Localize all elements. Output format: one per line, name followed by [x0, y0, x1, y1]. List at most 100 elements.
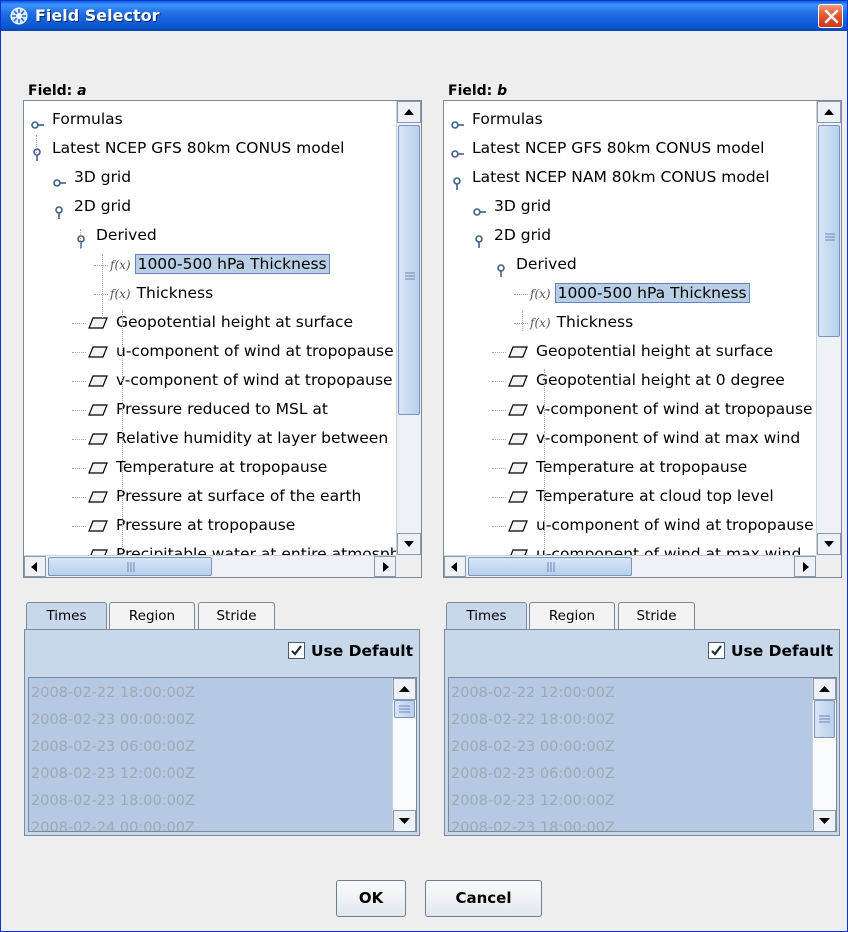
tree-expanded-icon[interactable] — [472, 229, 486, 248]
arrow-up-icon — [824, 109, 834, 115]
title-bar[interactable]: Field Selector — [1, 1, 847, 31]
tree-connector — [72, 410, 86, 411]
tree-node-label: Latest NCEP GFS 80km CONUS model — [472, 139, 765, 157]
scroll-up-button[interactable] — [393, 678, 416, 700]
scroll-thumb[interactable] — [394, 700, 415, 718]
tree-horizontal-scrollbar[interactable] — [444, 555, 816, 577]
tree-connector — [492, 410, 506, 411]
scroll-thumb[interactable] — [468, 557, 632, 576]
times-list[interactable]: 2008-02-22 12:00:00Z 2008-02-22 18:00:00Z… — [448, 677, 837, 832]
time-list-item[interactable]: 2008-02-23 12:00:00Z — [31, 761, 195, 788]
tab-region[interactable]: Region — [529, 602, 615, 629]
cancel-button[interactable]: Cancel — [425, 880, 542, 917]
use-default-label: Use Default — [730, 642, 833, 660]
field-label: Field: a — [28, 83, 87, 99]
tree-collapsed-icon[interactable] — [450, 142, 464, 158]
scroll-down-button[interactable] — [817, 533, 841, 555]
tree-node-label: Thickness — [136, 284, 214, 302]
field-variable-name: a — [77, 83, 87, 99]
mcidas-v-app-icon — [10, 7, 28, 25]
scroll-right-button[interactable] — [374, 556, 396, 577]
tree-node-label: Temperature at tropopause — [536, 458, 748, 476]
time-list-item[interactable]: 2008-02-23 00:00:00Z — [31, 707, 195, 734]
times-vertical-scrollbar[interactable] — [392, 678, 416, 831]
time-list-item[interactable]: 2008-02-23 12:00:00Z — [451, 788, 615, 815]
tree-collapsed-icon[interactable] — [450, 113, 464, 129]
tab-stride[interactable]: Stride — [198, 602, 275, 629]
times-list[interactable]: 2008-02-22 18:00:00Z 2008-02-23 00:00:00Z… — [28, 677, 417, 832]
scroll-down-button[interactable] — [397, 533, 421, 555]
use-default-checkbox[interactable]: Use Default — [287, 642, 413, 660]
tab-stride[interactable]: Stride — [618, 602, 695, 629]
tree-collapsed-icon[interactable] — [30, 113, 44, 129]
tree-expanded-icon[interactable] — [494, 258, 508, 277]
tree-node-label: Geopotential height at 0 degree — [536, 371, 785, 389]
grid-field-icon — [508, 461, 528, 474]
tree-node-label: 1000-500 hPa Thickness — [134, 254, 330, 274]
tree-node-label: Formulas — [472, 110, 543, 128]
tree-expanded-icon[interactable] — [52, 200, 66, 219]
scroll-thumb[interactable] — [48, 557, 212, 576]
scroll-down-button[interactable] — [393, 810, 416, 831]
arrow-right-icon — [383, 562, 389, 572]
scroll-down-button[interactable] — [813, 810, 836, 831]
tree-expanded-icon[interactable] — [30, 142, 44, 161]
scroll-left-button[interactable] — [444, 556, 466, 577]
tab-times[interactable]: Times — [446, 602, 527, 630]
use-default-checkbox[interactable]: Use Default — [707, 642, 833, 660]
tree-expanded-icon[interactable] — [74, 229, 88, 248]
tab-times[interactable]: Times — [26, 602, 107, 630]
tab-region[interactable]: Region — [109, 602, 195, 629]
time-list-item[interactable]: 2008-02-24 00:00:00Z — [31, 815, 195, 831]
tree-connector — [94, 265, 108, 266]
scroll-up-button[interactable] — [813, 678, 836, 700]
arrow-down-icon — [824, 541, 834, 547]
close-button[interactable] — [818, 4, 843, 28]
tree-guide-line — [122, 311, 123, 556]
tree-node-label: 1000-500 hPa Thickness — [554, 283, 750, 303]
checkbox-box[interactable] — [287, 642, 305, 659]
tree-vertical-scrollbar[interactable] — [396, 101, 421, 556]
tree-expanded-icon[interactable] — [450, 171, 464, 190]
field-label-text: Field: — [448, 83, 493, 99]
tree-vertical-scrollbar[interactable] — [816, 101, 841, 556]
scroll-up-button[interactable] — [817, 101, 841, 123]
tree-collapsed-icon[interactable] — [472, 200, 486, 216]
tree-node-label: Relative humidity at layer between — [116, 429, 389, 447]
time-list-item[interactable]: 2008-02-23 06:00:00Z — [31, 734, 195, 761]
ok-button[interactable]: OK — [336, 880, 406, 917]
tree-guide-line — [544, 431, 545, 556]
grip-icon — [127, 562, 135, 572]
time-list-item[interactable]: 2008-02-22 12:00:00Z — [451, 680, 615, 707]
tree-node-label: Temperature at cloud top level — [536, 487, 774, 505]
scroll-right-button[interactable] — [794, 556, 816, 577]
checkmark-icon — [291, 645, 302, 656]
field-variable-name: b — [497, 83, 508, 99]
tree-connector — [492, 381, 506, 382]
tree-leaf: u-component of wind at tropopause — [508, 511, 816, 540]
time-list-item[interactable]: 2008-02-23 00:00:00Z — [451, 734, 615, 761]
field-tree[interactable]: Formulas Latest NCEP GFS 80km CONUS model… — [23, 100, 422, 578]
tree-node-label: 2D grid — [494, 226, 552, 244]
tree-collapsed-icon[interactable] — [52, 171, 66, 187]
time-list-item[interactable]: 2008-02-23 18:00:00Z — [31, 788, 195, 815]
field-label-text: Field: — [28, 83, 73, 99]
scroll-thumb[interactable] — [814, 700, 835, 738]
scroll-up-button[interactable] — [397, 101, 421, 123]
checkbox-box[interactable] — [707, 642, 725, 659]
field-tree[interactable]: Formulas Latest NCEP GFS 80km CONUS model… — [443, 100, 842, 578]
times-vertical-scrollbar[interactable] — [812, 678, 836, 831]
time-list-item[interactable]: 2008-02-22 18:00:00Z — [451, 707, 615, 734]
scroll-thumb[interactable] — [818, 125, 840, 337]
scroll-thumb[interactable] — [398, 125, 420, 415]
tree-connector — [72, 352, 86, 353]
tree-horizontal-scrollbar[interactable] — [24, 555, 396, 577]
tree-connector — [492, 468, 506, 469]
tree-node-label: 3D grid — [74, 168, 132, 186]
time-list-item[interactable]: 2008-02-23 06:00:00Z — [451, 761, 615, 788]
tree-node-label: v-component of wind at tropopause — [536, 400, 813, 418]
scroll-left-button[interactable] — [24, 556, 46, 577]
time-list-item[interactable]: 2008-02-23 18:00:00Z — [451, 815, 615, 831]
time-list-item[interactable]: 2008-02-22 18:00:00Z — [31, 680, 195, 707]
tree-guide-line — [80, 229, 81, 249]
